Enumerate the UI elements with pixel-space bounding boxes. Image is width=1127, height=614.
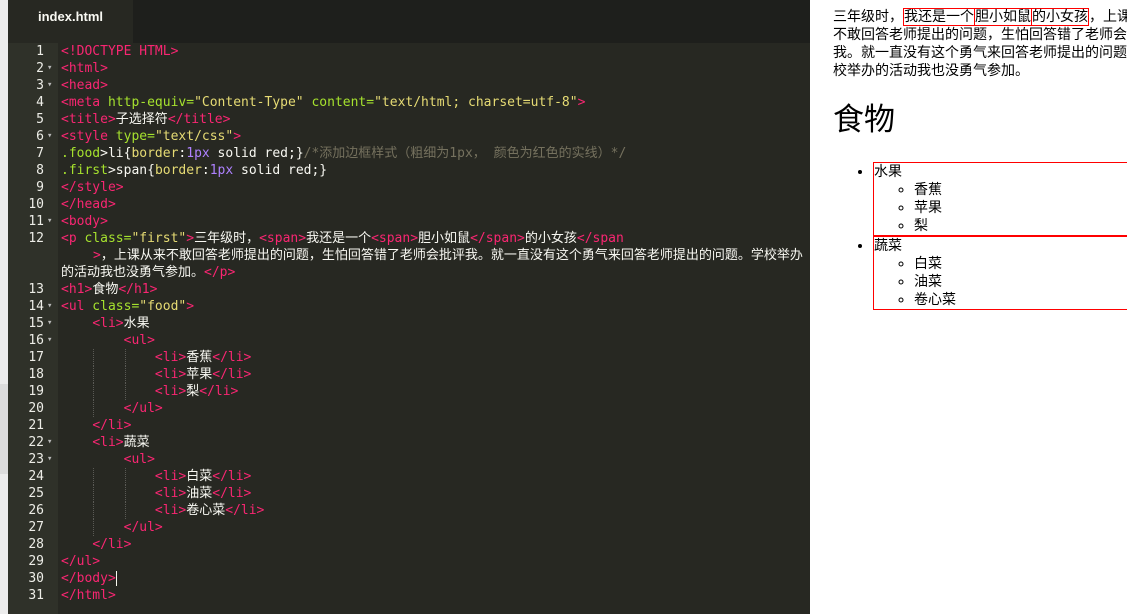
line-number: 17 (28, 350, 44, 365)
list-item: 卷心菜 (914, 291, 1127, 309)
code-line: 2 ▾ <html> (8, 60, 810, 77)
line-number: 31 (28, 588, 44, 603)
tab-index-html[interactable]: index.html (8, 0, 133, 43)
code-line: 21 </li> (8, 417, 810, 434)
code-line: 18 <li>苹果</li> (8, 366, 810, 383)
line-number: 28 (28, 537, 44, 552)
fold-arrow-icon[interactable]: ▾ (47, 77, 52, 94)
code-line: 11 ▾ <body> (8, 213, 810, 230)
food-list: 水果 香蕉 苹果 梨 蔬菜 白菜 油菜 卷心菜 (833, 162, 1127, 310)
line-number: 20 (28, 401, 44, 416)
list-item: 梨 (914, 217, 1127, 235)
line-number: 5 (36, 112, 44, 127)
span-bordered-inner: 胆小如鼠 (974, 8, 1032, 26)
text-cursor (115, 571, 117, 586)
line-number: 8 (36, 163, 44, 178)
line-number: 23 (28, 452, 44, 467)
fold-arrow-icon[interactable]: ▾ (47, 332, 52, 349)
preview-heading: 食物 (833, 102, 895, 138)
line-number: 13 (28, 282, 44, 297)
line-number: 24 (28, 469, 44, 484)
span-bordered-outer: 我还是一个胆小如鼠的小女孩 (903, 8, 1089, 26)
code-area[interactable]: 1 <!DOCTYPE HTML> 2 ▾ <html> 3 ▾ <head> 4 <met… (8, 43, 810, 604)
fold-arrow-icon[interactable]: ▾ (47, 315, 52, 332)
code-line: 29 </ul> (8, 553, 810, 570)
code-line: 14 ▾ <ul class="food"> (8, 298, 810, 315)
line-number: 11 (28, 214, 44, 229)
line-number: 25 (28, 486, 44, 501)
fold-arrow-icon[interactable]: ▾ (47, 434, 52, 451)
line-number: 3 (36, 78, 44, 93)
code-line: 12 <p class="first">三年级时，<span>我还是一个<span… (8, 230, 810, 281)
line-number: 12 (28, 231, 44, 246)
browser-preview: 三年级时，我还是一个胆小如鼠的小女孩，上课从来不敢回答老师提出的问题，生怕回答错… (810, 0, 1127, 614)
line-number: 2 (36, 61, 44, 76)
code-line: 8 .first>span{border:1px solid red;} (8, 162, 810, 179)
code-line: 6 ▾ <style type="text/css"> (8, 128, 810, 145)
line-number: 30 (28, 571, 44, 586)
list-item: 油菜 (914, 273, 1127, 291)
code-line: 28 </li> (8, 536, 810, 553)
line-number: 9 (36, 180, 44, 195)
code-line: 20 </ul> (8, 400, 810, 417)
code-line: 15 ▾ <li>水果 (8, 315, 810, 332)
code-line: 19 <li>梨</li> (8, 383, 810, 400)
line-number: 1 (36, 44, 44, 59)
fold-arrow-icon[interactable]: ▾ (47, 298, 52, 315)
sub-list: 白菜 油菜 卷心菜 (874, 255, 1127, 309)
code-line: 30 </body> (8, 570, 810, 587)
code-line: 1 <!DOCTYPE HTML> (8, 43, 810, 60)
fold-arrow-icon[interactable]: ▾ (47, 60, 52, 77)
line-number: 27 (28, 520, 44, 535)
code-line: 22 ▾ <li>蔬菜 (8, 434, 810, 451)
fold-arrow-icon[interactable]: ▾ (47, 451, 52, 468)
line-number: 6 (36, 129, 44, 144)
line-number: 19 (28, 384, 44, 399)
code-line: 23 ▾ <ul> (8, 451, 810, 468)
line-number: 10 (28, 197, 44, 212)
line-number: 21 (28, 418, 44, 433)
code-line: 31 </html> (8, 587, 810, 604)
list-item: 香蕉 (914, 181, 1127, 199)
line-number: 22 (28, 435, 44, 450)
code-line: 26 <li>卷心菜</li> (8, 502, 810, 519)
window-edge (0, 0, 8, 614)
code-line: 5 <title>子选择符</title> (8, 111, 810, 128)
line-number: 4 (36, 95, 44, 110)
line-number: 15 (28, 316, 44, 331)
line-number: 7 (36, 146, 44, 161)
food-category-item: 水果 香蕉 苹果 梨 (873, 162, 1127, 236)
sub-list: 香蕉 苹果 梨 (874, 181, 1127, 235)
fold-arrow-icon[interactable]: ▾ (47, 213, 52, 230)
line-number: 16 (28, 333, 44, 348)
code-line: 10 </head> (8, 196, 810, 213)
code-line: 16 ▾ <ul> (8, 332, 810, 349)
code-line: 17 <li>香蕉</li> (8, 349, 810, 366)
list-item: 苹果 (914, 199, 1127, 217)
code-line: 3 ▾ <head> (8, 77, 810, 94)
fold-arrow-icon[interactable]: ▾ (47, 128, 52, 145)
line-number: 18 (28, 367, 44, 382)
list-item: 白菜 (914, 255, 1127, 273)
code-line: 25 <li>油菜</li> (8, 485, 810, 502)
line-number: 29 (28, 554, 44, 569)
line-number: 14 (28, 299, 44, 314)
preview-paragraph: 三年级时，我还是一个胆小如鼠的小女孩，上课从来不敢回答老师提出的问题，生怕回答错… (833, 8, 1127, 79)
code-line: 27 </ul> (8, 519, 810, 536)
code-line: 24 <li>白菜</li> (8, 468, 810, 485)
code-editor[interactable]: index.html 1 <!DOCTYPE HTML> 2 ▾ <html> 3 ▾ <… (0, 0, 810, 614)
code-line: 13 <h1>食物</h1> (8, 281, 810, 298)
code-line: 9 </style> (8, 179, 810, 196)
food-category-item: 蔬菜 白菜 油菜 卷心菜 (873, 236, 1127, 310)
line-number: 26 (28, 503, 44, 518)
code-line: 4 <meta http-equiv="Content-Type" content… (8, 94, 810, 111)
code-line: 7 .food>li{border:1px solid red;}/*添加边框样式… (8, 145, 810, 162)
